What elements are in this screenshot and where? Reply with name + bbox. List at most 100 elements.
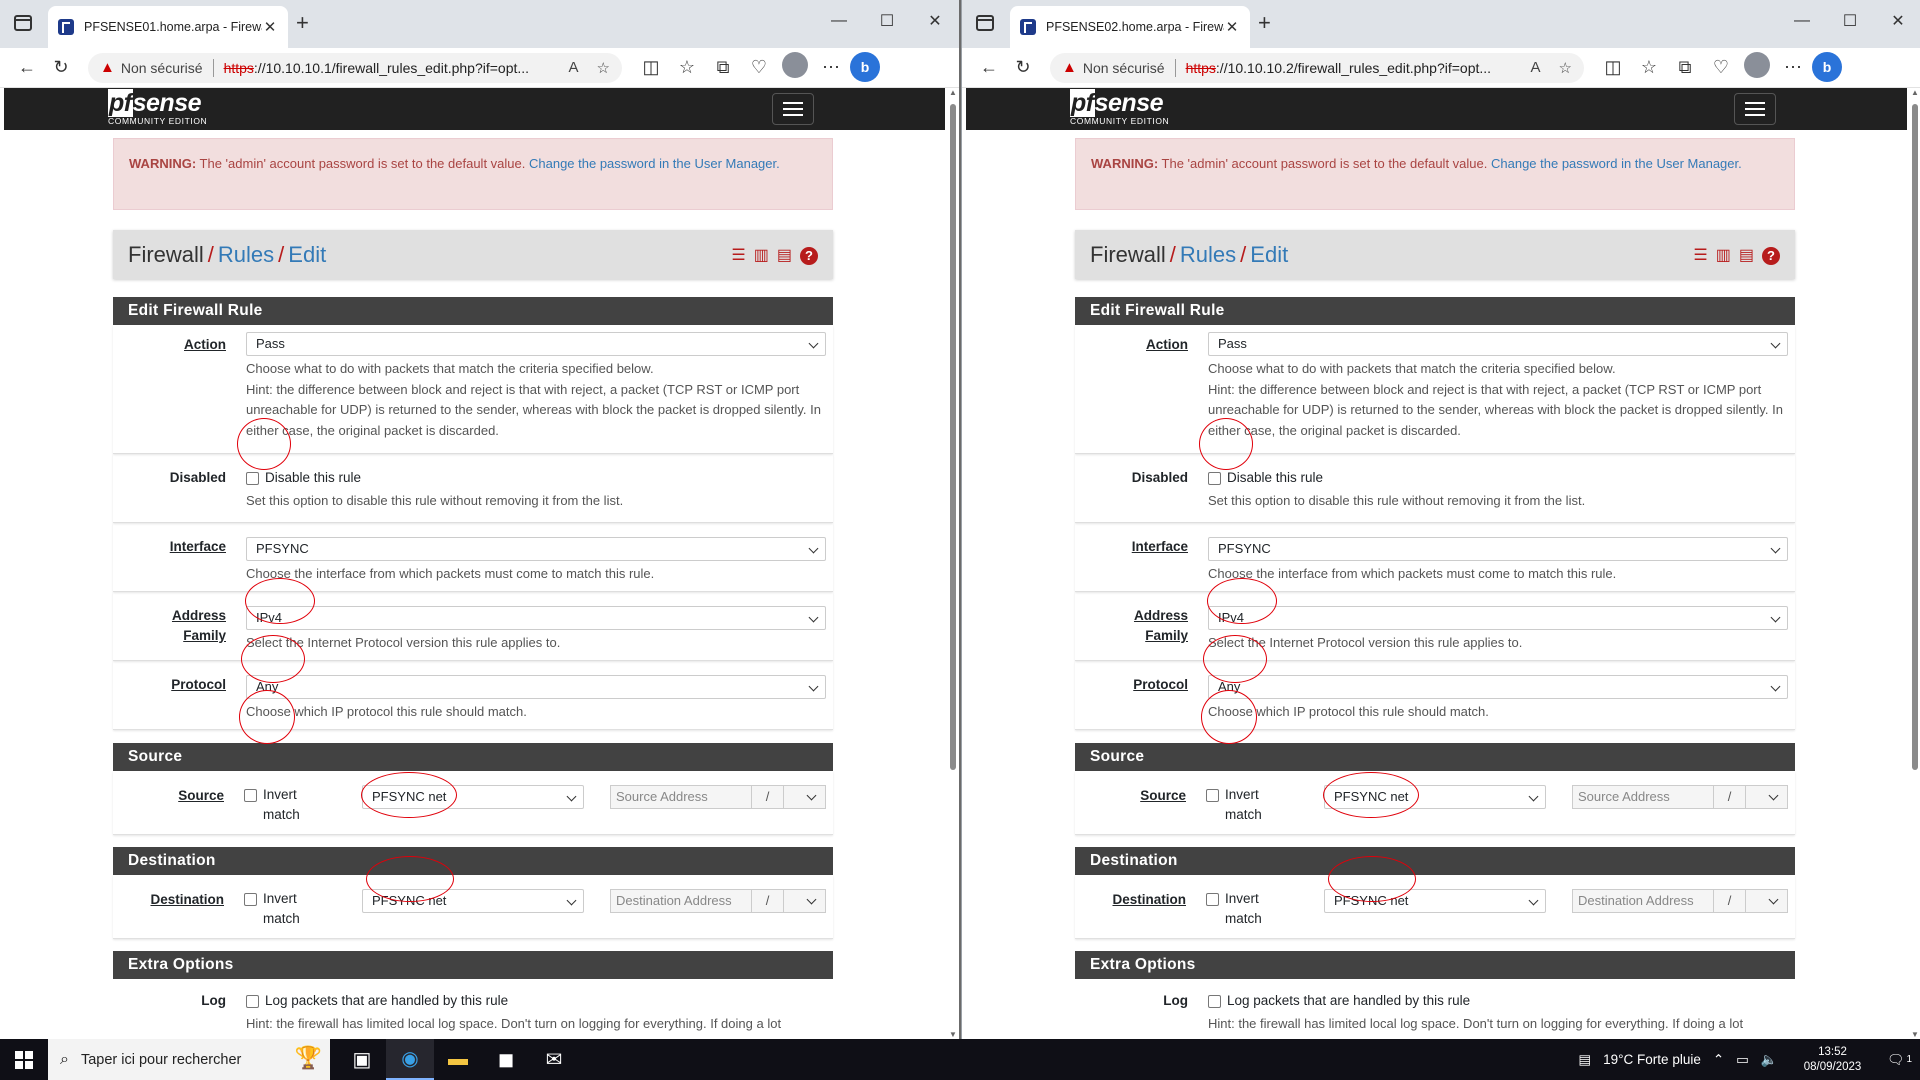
source-type-select[interactable]: PFSYNC net bbox=[1324, 785, 1546, 809]
volume-icon[interactable]: 🔈 bbox=[1761, 1052, 1778, 1068]
bing-icon[interactable]: b bbox=[850, 51, 880, 82]
breadcrumb-edit[interactable]: Edit bbox=[1250, 242, 1288, 268]
log-checkbox[interactable] bbox=[1208, 995, 1221, 1008]
protocol-select[interactable]: Any bbox=[246, 675, 826, 699]
avatar[interactable] bbox=[1744, 51, 1770, 78]
protocol-select[interactable]: Any bbox=[1208, 675, 1788, 699]
mail-icon[interactable]: ✉ bbox=[530, 1039, 578, 1080]
destination-mask-select[interactable] bbox=[784, 889, 826, 913]
favorites-icon[interactable]: ☆ bbox=[1632, 52, 1666, 84]
refresh-icon[interactable]: ↻ bbox=[44, 52, 78, 84]
close-window-icon[interactable]: ✕ bbox=[911, 0, 959, 42]
network-icon[interactable]: ▭ bbox=[1736, 1052, 1749, 1068]
favorite-star-icon[interactable]: ☆ bbox=[597, 59, 610, 77]
source-mask-select[interactable] bbox=[784, 785, 826, 809]
scroll-down-icon[interactable]: ▼ bbox=[947, 1030, 959, 1039]
scrollbar-thumb[interactable] bbox=[950, 104, 956, 770]
bar-chart-icon[interactable]: ▥ bbox=[754, 245, 769, 265]
maximize-icon[interactable]: ☐ bbox=[1826, 0, 1874, 42]
new-tab-icon[interactable]: + bbox=[296, 12, 309, 34]
action-select[interactable]: Pass bbox=[1208, 332, 1788, 356]
address-family-select[interactable]: IPv4 bbox=[246, 606, 826, 630]
weather-icon[interactable]: ▤ bbox=[1578, 1052, 1591, 1068]
help-icon[interactable]: ? bbox=[800, 247, 818, 265]
breadcrumb-rules[interactable]: Rules bbox=[1180, 242, 1236, 268]
interface-select[interactable]: PFSYNC bbox=[1208, 537, 1788, 561]
destination-invert-checkbox[interactable] bbox=[1206, 893, 1219, 906]
maximize-icon[interactable]: ☐ bbox=[863, 0, 911, 42]
edge-icon[interactable]: ◉ bbox=[386, 1039, 434, 1080]
collections-icon[interactable]: ⧉ bbox=[1668, 52, 1702, 84]
source-mask-select[interactable] bbox=[1746, 785, 1788, 809]
source-invert-checkbox[interactable] bbox=[244, 789, 257, 802]
source-address-input[interactable]: Source Address bbox=[1572, 785, 1714, 809]
refresh-icon[interactable]: ↻ bbox=[1006, 52, 1040, 84]
action-select[interactable]: Pass bbox=[246, 332, 826, 356]
performance-icon[interactable]: ♡ bbox=[742, 52, 776, 84]
menu-toggle-icon[interactable] bbox=[1734, 93, 1776, 125]
menu-toggle-icon[interactable] bbox=[772, 93, 814, 125]
destination-type-select[interactable]: PFSYNC net bbox=[1324, 889, 1546, 913]
tab-actions-icon[interactable] bbox=[976, 15, 994, 31]
more-icon[interactable]: ⋯ bbox=[1776, 52, 1810, 84]
task-view-icon[interactable]: ▣ bbox=[338, 1039, 386, 1080]
disable-rule-checkbox[interactable] bbox=[1208, 472, 1221, 485]
start-button[interactable] bbox=[0, 1039, 48, 1080]
scroll-up-icon[interactable]: ▲ bbox=[947, 88, 959, 100]
list-icon[interactable]: ▤ bbox=[1739, 245, 1754, 265]
source-address-input[interactable]: Source Address bbox=[610, 785, 752, 809]
bing-icon[interactable]: b bbox=[1812, 51, 1842, 82]
new-tab-icon[interactable]: + bbox=[1258, 12, 1271, 34]
address-bar[interactable]: ▲ Non sécurisé https ://10.10.10.1/firew… bbox=[88, 52, 622, 83]
store-icon[interactable]: ◼ bbox=[482, 1039, 530, 1080]
favorite-star-icon[interactable]: ☆ bbox=[1559, 59, 1572, 77]
destination-invert-checkbox[interactable] bbox=[244, 893, 257, 906]
change-password-link[interactable]: Change the password in the User Manager. bbox=[529, 156, 780, 171]
scrollbar[interactable]: ▲ ▼ bbox=[1909, 88, 1920, 1039]
notification-icon[interactable]: 🗨 bbox=[1887, 1052, 1904, 1068]
breadcrumb-rules[interactable]: Rules bbox=[218, 242, 274, 268]
source-invert-checkbox[interactable] bbox=[1206, 789, 1219, 802]
change-password-link[interactable]: Change the password in the User Manager. bbox=[1491, 156, 1742, 171]
scroll-up-icon[interactable]: ▲ bbox=[1909, 88, 1920, 100]
sliders-icon[interactable]: ☰ bbox=[1693, 245, 1707, 265]
avatar[interactable] bbox=[782, 51, 808, 78]
destination-type-select[interactable]: PFSYNC net bbox=[362, 889, 584, 913]
file-explorer-icon[interactable]: ▬ bbox=[434, 1039, 482, 1080]
performance-icon[interactable]: ♡ bbox=[1704, 52, 1738, 84]
browser-tab[interactable]: PFSENSE02.home.arpa - Firewall: ... ✕ bbox=[1010, 6, 1250, 48]
back-icon[interactable]: ← bbox=[972, 52, 1006, 84]
chevron-up-icon[interactable]: ⌃ bbox=[1713, 1052, 1724, 1068]
close-window-icon[interactable]: ✕ bbox=[1874, 0, 1920, 42]
split-screen-icon[interactable]: ◫ bbox=[1596, 52, 1630, 84]
destination-address-input[interactable]: Destination Address bbox=[610, 889, 752, 913]
pfsense-logo[interactable]: pfsense COMMUNITY EDITION bbox=[108, 89, 207, 126]
sliders-icon[interactable]: ☰ bbox=[731, 245, 745, 265]
split-screen-icon[interactable]: ◫ bbox=[634, 52, 668, 84]
read-aloud-icon[interactable]: A bbox=[569, 59, 579, 77]
minimize-icon[interactable]: — bbox=[1778, 0, 1826, 42]
scrollbar[interactable]: ▲ ▼ bbox=[947, 88, 959, 1039]
address-family-select[interactable]: IPv4 bbox=[1208, 606, 1788, 630]
collections-icon[interactable]: ⧉ bbox=[706, 52, 740, 84]
read-aloud-icon[interactable]: A bbox=[1531, 59, 1541, 77]
back-icon[interactable]: ← bbox=[10, 52, 44, 84]
help-icon[interactable]: ? bbox=[1762, 247, 1780, 265]
more-icon[interactable]: ⋯ bbox=[814, 52, 848, 84]
destination-mask-select[interactable] bbox=[1746, 889, 1788, 913]
favorites-icon[interactable]: ☆ bbox=[670, 52, 704, 84]
bar-chart-icon[interactable]: ▥ bbox=[1716, 245, 1731, 265]
source-type-select[interactable]: PFSYNC net bbox=[362, 785, 584, 809]
interface-select[interactable]: PFSYNC bbox=[246, 537, 826, 561]
log-checkbox[interactable] bbox=[246, 995, 259, 1008]
list-icon[interactable]: ▤ bbox=[777, 245, 792, 265]
tab-close-icon[interactable]: ✕ bbox=[1224, 18, 1240, 36]
tab-close-icon[interactable]: ✕ bbox=[262, 18, 278, 36]
address-bar[interactable]: ▲ Non sécurisé https ://10.10.10.2/firew… bbox=[1050, 52, 1584, 83]
destination-address-input[interactable]: Destination Address bbox=[1572, 889, 1714, 913]
scroll-down-icon[interactable]: ▼ bbox=[1909, 1030, 1920, 1039]
scrollbar-thumb[interactable] bbox=[1912, 104, 1918, 770]
minimize-icon[interactable]: — bbox=[815, 0, 863, 42]
taskbar-search[interactable]: ⌕ Taper ici pour rechercher 🏆 bbox=[48, 1039, 330, 1080]
weather-text[interactable]: 19°C Forte pluie bbox=[1603, 1052, 1701, 1067]
